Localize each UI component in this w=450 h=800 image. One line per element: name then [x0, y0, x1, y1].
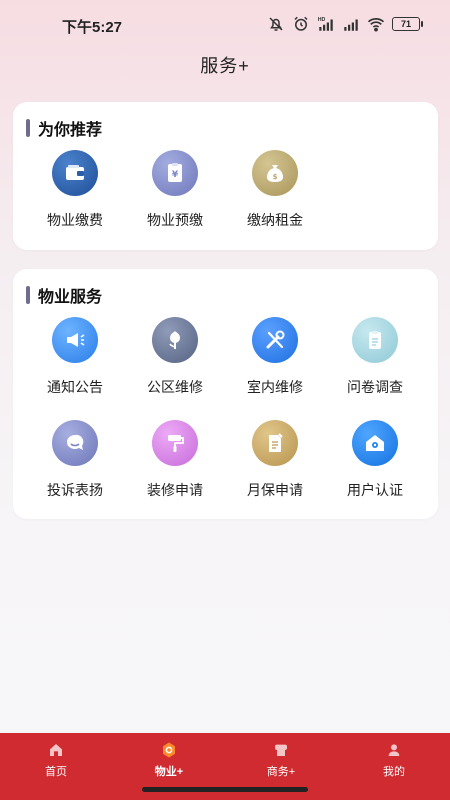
nav-label: 物业+ [154, 766, 184, 778]
service-item-notice[interactable]: 通知公告 [25, 315, 125, 418]
service-item-decoration[interactable]: 装修申请 [125, 418, 225, 521]
recommend-header: 为你推荐 [26, 116, 102, 140]
wallet-icon [52, 150, 98, 196]
service-item-public-repair[interactable]: 公区维修 [125, 315, 225, 418]
service-item-indoor-repair[interactable]: 室内维修 [225, 315, 325, 418]
signal-icon [344, 19, 358, 31]
recommend-item-prepay[interactable]: ¥ 物业预缴 [125, 148, 225, 251]
nav-item-profile[interactable]: 我的 [359, 740, 429, 779]
alarm-icon [294, 16, 308, 31]
paint-roller-icon [152, 420, 198, 466]
service-item-user-verify[interactable]: 用户认证 [325, 418, 425, 521]
grid-label: 通知公告 [47, 379, 103, 395]
business-icon [275, 744, 287, 756]
tools-icon [252, 317, 298, 363]
tulip-icon [152, 317, 198, 363]
signal-hd-icon: HD [318, 17, 333, 31]
grid-label: 物业缴费 [47, 212, 103, 228]
profile-icon [388, 744, 400, 756]
recommend-title: 为你推荐 [38, 122, 103, 139]
document-edit-icon [252, 420, 298, 466]
svg-text:¥: ¥ [172, 170, 179, 180]
home-indicator[interactable] [142, 787, 308, 792]
svg-text:HD: HD [318, 17, 326, 23]
grid-label: 公区维修 [147, 379, 203, 395]
nav-item-business[interactable]: 商务+ [246, 740, 316, 779]
section-accent-bar [26, 286, 30, 304]
recommend-item-rent[interactable]: $ 缴纳租金 [225, 148, 325, 251]
status-bar: 下午5:27 HD 71 [0, 0, 450, 48]
grid-label: 月保申请 [247, 482, 303, 498]
grid-label: 物业预缴 [147, 212, 203, 228]
battery-indicator: 71 [392, 17, 423, 31]
section-accent-bar [26, 119, 30, 137]
nav-label: 商务+ [266, 766, 296, 778]
wifi-icon [367, 18, 385, 32]
services-card: 物业服务 通知公告 公区维修 室内维修 问卷调查 投诉表扬 装修申请 月保申请 … [13, 269, 438, 519]
recommend-grid: 物业缴费 ¥ 物业预缴 $ 缴纳租金 [13, 148, 438, 251]
home-icon [50, 744, 62, 756]
recommend-item-property-fee[interactable]: 物业缴费 [25, 148, 125, 251]
chat-bubble-icon [52, 420, 98, 466]
nav-label: 我的 [383, 766, 405, 778]
grid-label: 投诉表扬 [47, 482, 103, 498]
svg-text:$: $ [273, 173, 278, 181]
house-camera-icon [352, 420, 398, 466]
services-title: 物业服务 [38, 289, 103, 306]
page-title: 服务+ [200, 56, 250, 76]
service-item-monthly-parking[interactable]: 月保申请 [225, 418, 325, 521]
status-icons: HD 71 [267, 15, 423, 33]
nav-label: 首页 [45, 766, 67, 778]
megaphone-icon [52, 317, 98, 363]
receipt-yen-icon: ¥ [152, 150, 198, 196]
grid-label: 用户认证 [347, 482, 403, 498]
nav-item-property[interactable]: 物业+ [134, 740, 204, 779]
bell-off-icon [269, 17, 283, 31]
services-header: 物业服务 [26, 283, 102, 307]
service-item-survey[interactable]: 问卷调查 [325, 315, 425, 418]
grid-label: 装修申请 [147, 482, 203, 498]
services-grid: 通知公告 公区维修 室内维修 问卷调查 投诉表扬 装修申请 月保申请 用户认证 [13, 315, 438, 521]
clipboard-icon [352, 317, 398, 363]
property-icon [163, 742, 175, 758]
grid-label: 问卷调查 [347, 379, 403, 395]
nav-item-home[interactable]: 首页 [21, 740, 91, 779]
status-time: 下午5:27 [62, 19, 123, 36]
money-bag-icon: $ [252, 150, 298, 196]
service-item-feedback[interactable]: 投诉表扬 [25, 418, 125, 521]
grid-label: 室内维修 [247, 379, 303, 395]
grid-label: 缴纳租金 [247, 212, 303, 228]
recommend-card: 为你推荐 物业缴费 ¥ 物业预缴 $ 缴纳租金 [13, 102, 438, 250]
